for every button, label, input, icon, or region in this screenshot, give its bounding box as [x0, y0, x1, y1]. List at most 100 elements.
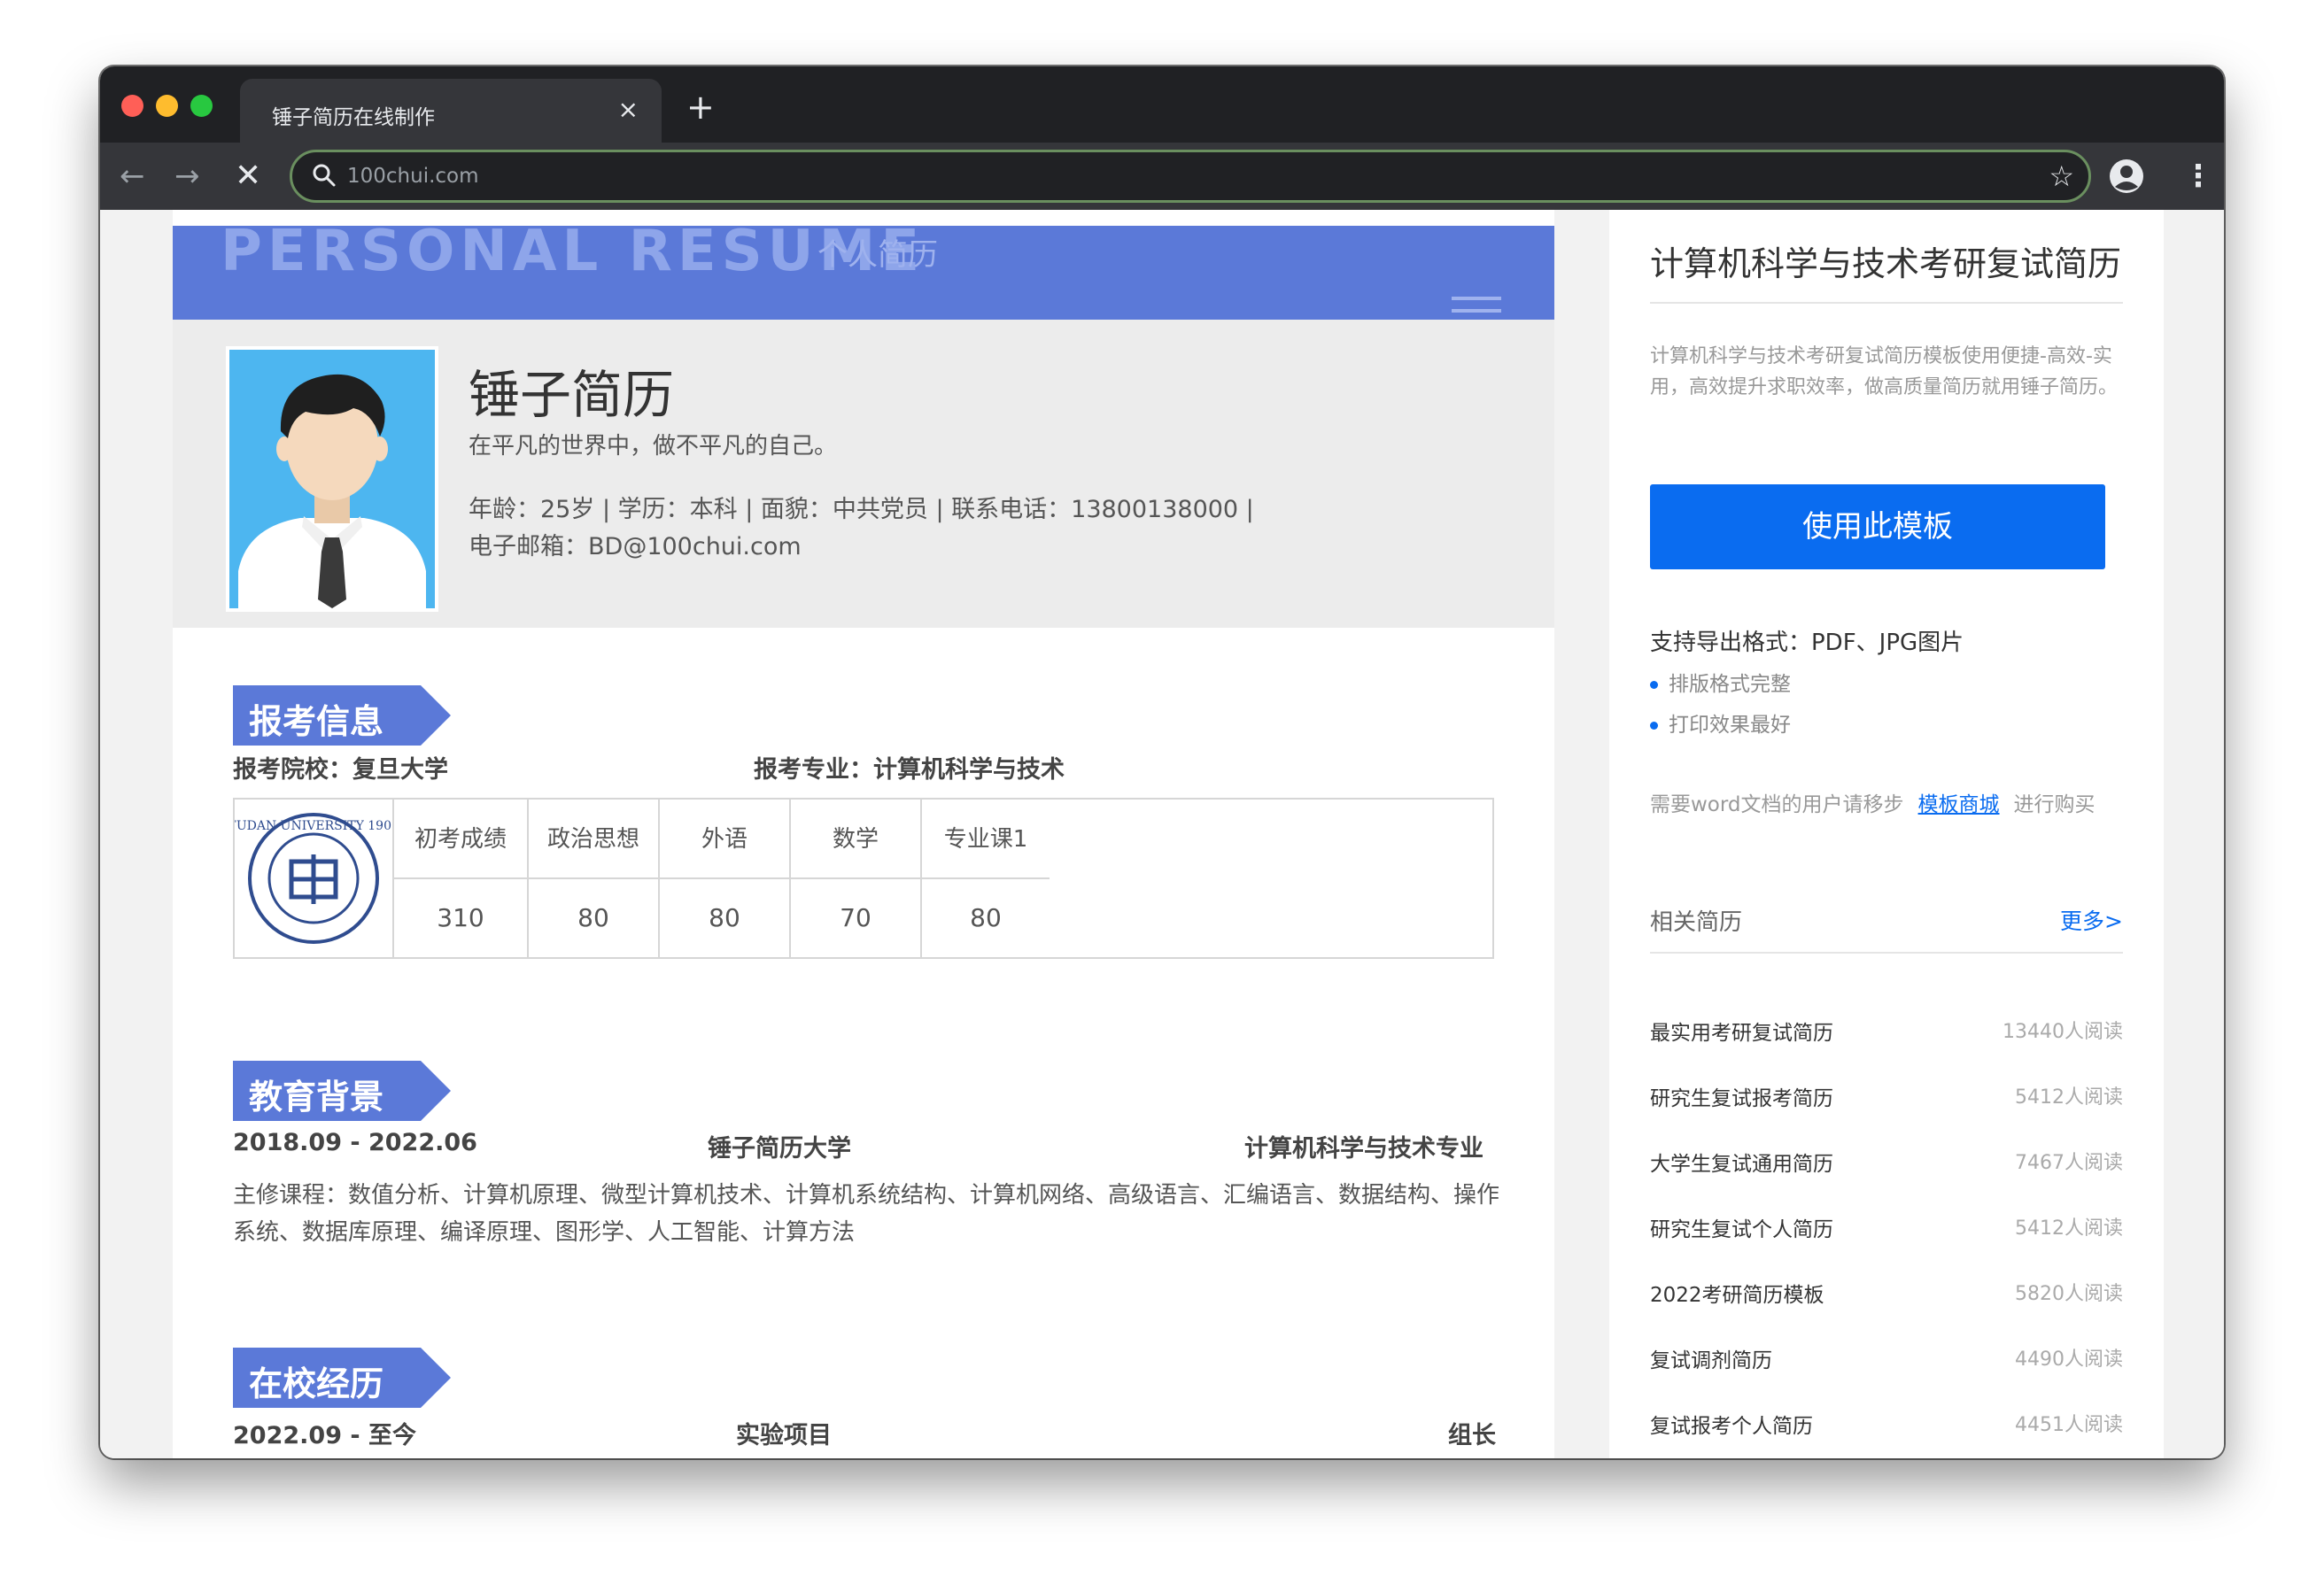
- tab-bar: 锤子简历在线制作 × +: [100, 66, 2224, 143]
- score-table: FUDAN UNIVERSITY 1905 初考成绩 310 政治思想 80 外语 80 数…: [228, 798, 1494, 959]
- score-column: 数学 70: [791, 800, 922, 957]
- related-resume-name[interactable]: 复试报考个人简历: [1650, 1409, 1813, 1439]
- score-header: 政治思想: [529, 800, 658, 879]
- feature-bullet-label: 排版格式完整: [1669, 673, 1791, 696]
- education-major: 计算机科学与技术专业: [1244, 1135, 1483, 1163]
- related-resume-reads: 4451人阅读: [2015, 1414, 2123, 1436]
- campus-role: 组长: [1448, 1422, 1496, 1449]
- bullet-dot-icon: [1650, 681, 1658, 689]
- related-resume-reads: 7467人阅读: [2015, 1152, 2123, 1174]
- score-value: 310: [437, 903, 484, 932]
- score-value: 80: [577, 903, 609, 932]
- resume-preview: PERSONAL RESUME 个人简历 锤子简历 在平凡的世界中，做不平凡的自…: [173, 210, 1554, 1458]
- campus-project: 实验项目: [736, 1422, 832, 1449]
- related-resume-name[interactable]: 最实用考研复试简历: [1650, 1016, 1833, 1046]
- template-title: 计算机科学与技术考研复试简历: [1650, 244, 2122, 283]
- new-tab-button[interactable]: +: [686, 89, 715, 125]
- use-template-button[interactable]: 使用此模板: [1650, 484, 2105, 569]
- related-resume-reads: 4490人阅读: [2015, 1349, 2123, 1371]
- back-icon[interactable]: ←: [120, 158, 145, 194]
- section-title-apply: 报考信息: [233, 685, 451, 746]
- section-title-campus-label: 在校经历: [249, 1364, 384, 1403]
- related-resume-reads: 5820人阅读: [2015, 1283, 2123, 1305]
- banner-menu-icon: [1452, 297, 1501, 313]
- feature-bullet: 打印效果最好: [1650, 707, 1791, 738]
- score-value: 70: [840, 903, 872, 932]
- related-resume-item[interactable]: 研究生复试个人简历 5412人阅读: [1650, 1212, 2123, 1248]
- university-logo: FUDAN UNIVERSITY 1905: [228, 800, 399, 957]
- related-resume-item[interactable]: 研究生复试报考简历 5412人阅读: [1650, 1081, 2123, 1117]
- search-icon: [313, 164, 336, 187]
- tab-title: 锤子简历在线制作: [272, 106, 435, 129]
- minimize-window-button[interactable]: [156, 95, 178, 117]
- related-resume-reads: 5412人阅读: [2015, 1086, 2123, 1109]
- score-column: 初考成绩 310: [394, 800, 529, 957]
- forward-icon[interactable]: →: [174, 158, 200, 194]
- score-column: 外语 80: [660, 800, 791, 957]
- browser-toolbar: ← → ✕ 100chui.com ☆ ⋮: [100, 143, 2224, 210]
- related-resume-reads: 5412人阅读: [2015, 1217, 2123, 1240]
- resume-name: 锤子简历: [469, 365, 675, 425]
- score-header: 专业课1: [922, 800, 1050, 879]
- word-notice-prefix: 需要word文档的用户请移步: [1650, 793, 1904, 816]
- profile-section: 锤子简历 在平凡的世界中，做不平凡的自己。 年龄：25岁 | 学历：本科 | 面…: [173, 320, 1554, 628]
- browser-tab[interactable]: 锤子简历在线制作 ×: [240, 79, 662, 143]
- divider: [1650, 952, 2123, 954]
- related-resume-item[interactable]: 2022考研简历模板 5820人阅读: [1650, 1278, 2123, 1313]
- template-description: 计算机科学与技术考研复试简历模板使用便捷-高效-实用，高效提升求职效率，做高质量…: [1650, 345, 2119, 398]
- score-value: 80: [970, 903, 1002, 932]
- related-resume-name[interactable]: 2022考研简历模板: [1650, 1278, 1824, 1308]
- word-notice-suffix: 进行购买: [2013, 793, 2095, 816]
- page-viewport: PERSONAL RESUME 个人简历 锤子简历 在平凡的世界中，做不平凡的自…: [100, 210, 2224, 1458]
- profile-icon[interactable]: [2109, 158, 2144, 194]
- close-window-button[interactable]: [121, 95, 143, 117]
- section-title-education-label: 教育背景: [249, 1078, 384, 1117]
- avatar: [226, 346, 438, 612]
- address-bar[interactable]: 100chui.com ☆: [290, 150, 2091, 203]
- template-sidebar: 计算机科学与技术考研复试简历 计算机科学与技术考研复试简历模板使用便捷-高效-实…: [1609, 210, 2164, 1458]
- related-resume-item[interactable]: 复试报考个人简历 4451人阅读: [1650, 1409, 2123, 1444]
- feature-bullet-label: 打印效果最好: [1669, 714, 1791, 737]
- section-title-education: 教育背景: [233, 1061, 451, 1121]
- related-resume-name[interactable]: 研究生复试报考简历: [1650, 1081, 1833, 1111]
- banner-title-cn: 个人简历: [817, 237, 938, 273]
- campus-period: 2022.09 - 至今: [233, 1422, 416, 1449]
- maximize-window-button[interactable]: [190, 95, 213, 117]
- related-resumes-label: 相关简历: [1650, 909, 1743, 936]
- stop-icon[interactable]: ✕: [235, 158, 261, 194]
- word-notice: 需要word文档的用户请移步 模板商城 进行购买: [1650, 787, 2095, 817]
- resume-banner: PERSONAL RESUME 个人简历: [173, 219, 1554, 320]
- export-formats: 支持导出格式：PDF、JPG图片: [1650, 630, 1964, 656]
- more-link[interactable]: 更多>: [2060, 904, 2123, 936]
- score-column: 政治思想 80: [529, 800, 660, 957]
- resume-info-line1: 年龄：25岁 | 学历：本科 | 面貌：中共党员 | 联系电话：13800138…: [469, 496, 1254, 523]
- feature-bullet: 排版格式完整: [1650, 667, 1791, 697]
- score-header: 数学: [791, 800, 920, 879]
- related-resume-item[interactable]: 最实用考研复试简历 13440人阅读: [1650, 1016, 2123, 1051]
- logo-text: FUDAN UNIVERSITY 1905: [235, 819, 392, 833]
- education-period: 2018.09 - 2022.06: [233, 1129, 477, 1156]
- apply-school: 报考院校：复旦大学: [233, 756, 448, 784]
- resume-info-line2: 电子邮箱：BD@100chui.com: [469, 533, 802, 560]
- related-resume-name[interactable]: 研究生复试个人简历: [1650, 1212, 1833, 1242]
- divider: [1650, 302, 2123, 304]
- score-column: 专业课1 80: [922, 800, 1050, 957]
- template-store-link[interactable]: 模板商城: [1918, 793, 2000, 816]
- score-header: 初考成绩: [394, 800, 527, 879]
- menu-icon[interactable]: ⋮: [2183, 155, 2213, 197]
- browser-window: 锤子简历在线制作 × + ← → ✕ 100chui.com ☆ ⋮ PERSO…: [100, 66, 2224, 1458]
- score-value: 80: [709, 903, 740, 932]
- url-text[interactable]: 100chui.com: [347, 165, 479, 188]
- related-resume-item[interactable]: 大学生复试通用简历 7467人阅读: [1650, 1147, 2123, 1182]
- related-resume-name[interactable]: 复试调剂简历: [1650, 1343, 1772, 1373]
- score-header: 外语: [660, 800, 789, 879]
- bullet-dot-icon: [1650, 722, 1658, 730]
- related-resume-item[interactable]: 复试调剂简历 4490人阅读: [1650, 1343, 2123, 1379]
- section-title-campus: 在校经历: [233, 1348, 451, 1408]
- related-resume-name[interactable]: 大学生复试通用简历: [1650, 1147, 1833, 1177]
- star-icon[interactable]: ☆: [2049, 160, 2074, 192]
- tab-close-icon[interactable]: ×: [618, 97, 639, 123]
- section-title-apply-label: 报考信息: [249, 702, 384, 741]
- apply-major: 报考专业：计算机科学与技术: [754, 756, 1065, 784]
- related-resume-reads: 13440人阅读: [2003, 1021, 2123, 1043]
